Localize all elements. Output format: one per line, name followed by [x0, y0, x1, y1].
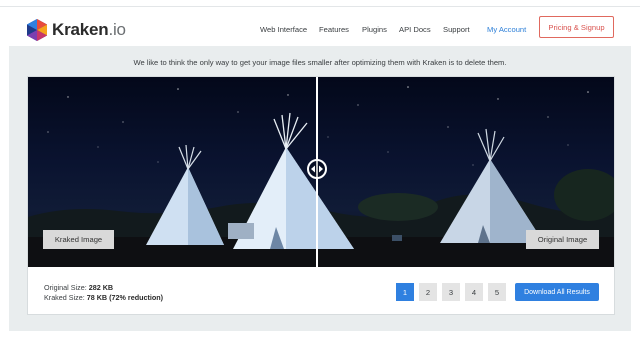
kraked-size-row: Kraked Size: 78 KB (72% reduction): [44, 293, 163, 303]
page-button-3[interactable]: 3: [442, 283, 460, 301]
kraken-logo-icon: [27, 19, 47, 41]
download-all-button[interactable]: Download All Results: [515, 283, 599, 301]
page-button-2[interactable]: 2: [419, 283, 437, 301]
slider-handle[interactable]: [307, 159, 327, 179]
tagline: We like to think the only way to get you…: [133, 58, 507, 67]
top-divider: [0, 6, 640, 7]
left-right-arrows-icon: [311, 165, 323, 173]
page-button-1[interactable]: 1: [396, 283, 414, 301]
nav-api-docs[interactable]: API Docs: [399, 25, 431, 34]
kraken-logo[interactable]: Kraken.io: [26, 19, 136, 41]
original-size-row: Original Size: 282 KB: [44, 283, 163, 293]
nav-support[interactable]: Support: [443, 25, 470, 34]
original-size-value: 282 KB: [88, 283, 114, 292]
kraked-image-label: Kraked Image: [43, 230, 114, 249]
original-image-label: Original Image: [526, 230, 599, 249]
page-button-5[interactable]: 5: [488, 283, 506, 301]
page-button-4[interactable]: 4: [465, 283, 483, 301]
nav-my-account[interactable]: My Account: [487, 25, 526, 34]
size-stats: Original Size: 282 KB Kraked Size: 78 KB…: [44, 283, 163, 303]
site-header: Kraken.io Web Interface Features Plugins…: [0, 8, 640, 46]
brand-name: Kraken.io: [52, 20, 126, 39]
nav-plugins[interactable]: Plugins: [362, 25, 387, 34]
original-size-label: Original Size:: [44, 283, 87, 292]
kraked-size-label: Kraked Size:: [44, 293, 85, 302]
nav-web-interface[interactable]: Web Interface: [260, 25, 307, 34]
nav-features[interactable]: Features: [319, 25, 349, 34]
kraked-size-value: 78 KB (72% reduction): [86, 293, 164, 302]
pricing-signup-button[interactable]: Pricing & Signup: [539, 16, 614, 38]
